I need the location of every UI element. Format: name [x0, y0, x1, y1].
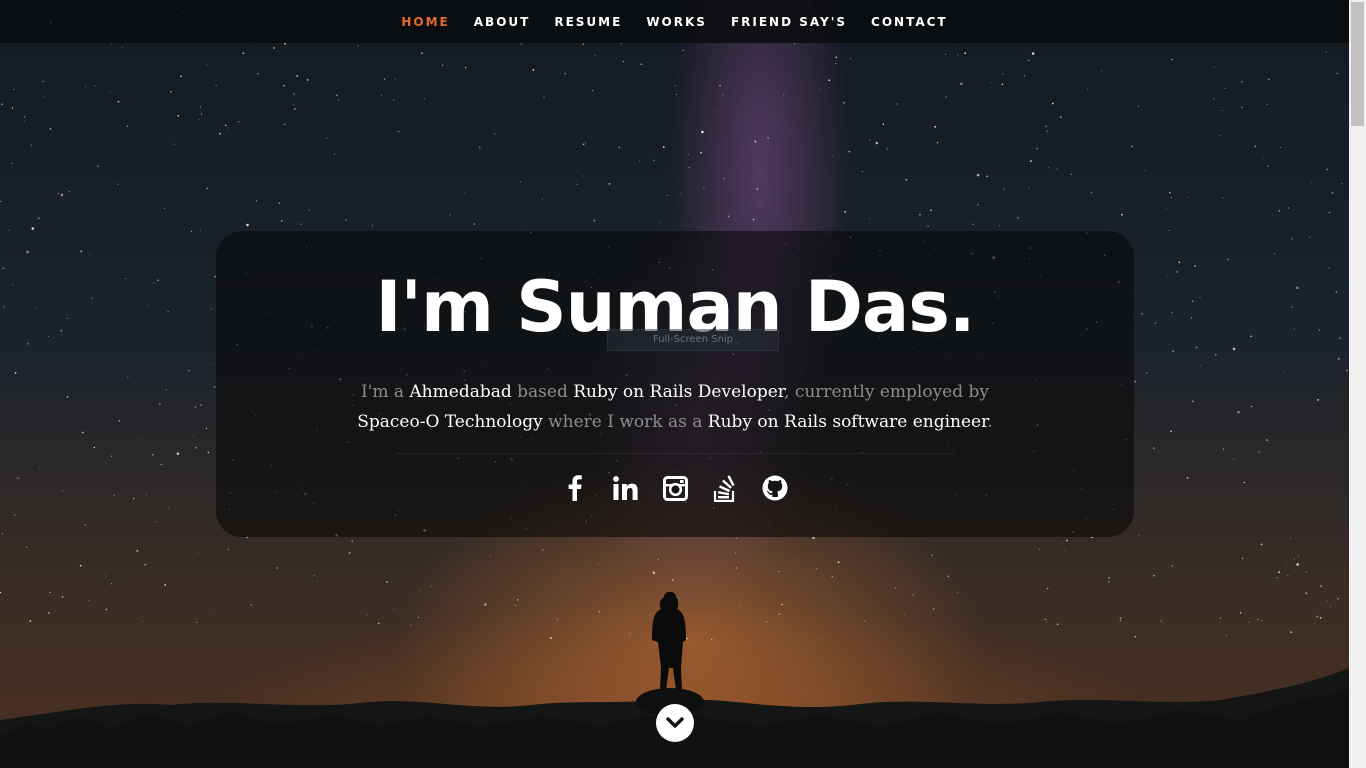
- intro-text-1: I'm a: [360, 382, 410, 402]
- intro-position: Ruby on Rails software engineer: [707, 412, 988, 432]
- github-link[interactable]: [761, 474, 789, 502]
- nav-resume[interactable]: RESUME: [554, 15, 622, 29]
- nav-contact[interactable]: CONTACT: [871, 15, 948, 29]
- hero-banner: I'm Suman Das. Full-Screen Snip I'm a Ah…: [216, 231, 1134, 537]
- instagram-icon: [662, 475, 688, 501]
- scroll-down-button[interactable]: [656, 704, 694, 742]
- facebook-link[interactable]: [561, 474, 589, 502]
- github-icon: [762, 475, 788, 501]
- social-links: [216, 474, 1134, 502]
- nav-home[interactable]: HOME: [401, 15, 449, 29]
- intro-role: Ruby on Rails Developer: [573, 382, 785, 402]
- intro-city: Ahmedabad: [409, 382, 512, 402]
- scrollbar-thumb[interactable]: [1351, 2, 1364, 126]
- intro-text-5: .: [987, 412, 993, 432]
- chevron-down-icon: [666, 717, 684, 728]
- top-navigation: HOME ABOUT RESUME WORKS FRIEND SAY'S CON…: [0, 0, 1349, 43]
- banner-divider: [395, 453, 955, 454]
- intro-text-2: based: [511, 382, 574, 402]
- intro-text-3: , currently employed by: [784, 382, 990, 402]
- stackoverflow-icon: [713, 475, 735, 502]
- hero-intro: I'm a Ahmedabad based Ruby on Rails Deve…: [355, 377, 995, 437]
- page: HOME ABOUT RESUME WORKS FRIEND SAY'S CON…: [0, 0, 1366, 768]
- snip-overlay-label: Full-Screen Snip: [607, 329, 779, 351]
- stackoverflow-link[interactable]: [711, 474, 739, 502]
- facebook-icon: [568, 475, 582, 501]
- intro-company: Spaceo-O Technology: [357, 412, 543, 432]
- instagram-link[interactable]: [661, 474, 689, 502]
- nav-about[interactable]: ABOUT: [474, 15, 531, 29]
- nav-friend-says[interactable]: FRIEND SAY'S: [731, 15, 847, 29]
- linkedin-link[interactable]: [611, 474, 639, 502]
- nav-works[interactable]: WORKS: [646, 15, 707, 29]
- page-scrollbar[interactable]: [1349, 0, 1366, 768]
- linkedin-icon: [612, 476, 638, 500]
- intro-text-4: where I work as a: [542, 412, 708, 432]
